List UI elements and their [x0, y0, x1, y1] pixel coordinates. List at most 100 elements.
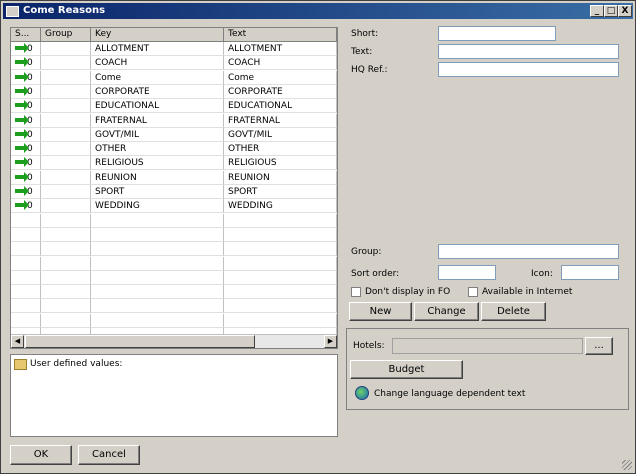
key-cell: SPORT	[91, 185, 224, 199]
maximize-button[interactable]: □	[604, 5, 618, 17]
status-cell: 0	[11, 70, 41, 85]
user-defined-values-label: User defined values:	[30, 359, 123, 369]
text-cell: RELIGIOUS	[224, 156, 337, 171]
key-cell: COACH	[91, 56, 224, 71]
key-cell	[91, 270, 224, 285]
table-row[interactable]: 0 WEDDING WEDDING	[11, 199, 337, 214]
status-cell	[11, 270, 41, 285]
text-cell	[224, 270, 337, 285]
new-button[interactable]: New	[349, 302, 412, 321]
status-cell	[11, 285, 41, 300]
table-row[interactable]: 0 ALLOTMENT ALLOTMENT	[11, 42, 337, 56]
folder-icon	[14, 359, 27, 370]
empty-row[interactable]	[11, 270, 337, 285]
empty-row[interactable]	[11, 242, 337, 257]
status-cell: 0	[11, 113, 41, 128]
column-header-key[interactable]: Key	[91, 28, 224, 41]
table-row[interactable]: 0 EDUCATIONAL EDUCATIONAL	[11, 99, 337, 114]
text-cell: SPORT	[224, 185, 337, 199]
table-row[interactable]: 0 COACH COACH	[11, 56, 337, 71]
ok-button[interactable]: OK	[10, 445, 72, 465]
column-header-s[interactable]: S...	[11, 28, 41, 41]
status-cell: 0	[11, 156, 41, 171]
group-input[interactable]	[438, 244, 619, 259]
dont-display-fo-checkbox[interactable]	[351, 287, 361, 297]
short-input[interactable]	[438, 26, 556, 41]
table-row[interactable]: 0 REUNION REUNION	[11, 170, 337, 185]
hq-ref-input[interactable]	[438, 62, 619, 77]
key-cell: Come	[91, 70, 224, 85]
close-button[interactable]: X	[618, 5, 632, 17]
hotels-browse-button[interactable]: ...	[585, 337, 613, 355]
status-cell	[11, 313, 41, 328]
empty-row[interactable]	[11, 256, 337, 271]
scroll-right-button[interactable]: ▶	[324, 335, 337, 348]
green-arrow-icon	[15, 114, 29, 125]
text-input[interactable]	[438, 44, 619, 59]
text-label: Text:	[351, 47, 373, 57]
dont-display-fo-label: Don't display in FO	[365, 287, 451, 297]
come-reasons-window: Come Reasons _ □ X S... Group Key Text 0…	[0, 0, 636, 474]
table-row[interactable]: 0 FRATERNAL FRATERNAL	[11, 113, 337, 128]
column-header-group[interactable]: Group	[41, 28, 91, 41]
table-row[interactable]: 0 OTHER OTHER	[11, 142, 337, 157]
title-bar: Come Reasons _ □ X	[3, 3, 633, 19]
empty-row[interactable]	[11, 213, 337, 228]
green-arrow-icon	[15, 128, 29, 139]
table-row[interactable]: 0 Come Come	[11, 70, 337, 85]
key-cell: RELIGIOUS	[91, 156, 224, 171]
group-cell	[41, 285, 91, 300]
empty-row[interactable]	[11, 313, 337, 328]
cancel-button[interactable]: Cancel	[78, 445, 140, 465]
key-cell	[91, 285, 224, 300]
text-cell	[224, 256, 337, 271]
available-internet-checkbox[interactable]	[468, 287, 478, 297]
status-cell: 0	[11, 127, 41, 142]
group-cell	[41, 156, 91, 171]
group-cell	[41, 242, 91, 257]
table-row[interactable]: 0 RELIGIOUS RELIGIOUS	[11, 156, 337, 171]
status-cell: 0	[11, 56, 41, 71]
table-row[interactable]: 0 CORPORATE CORPORATE	[11, 84, 337, 99]
text-cell	[224, 285, 337, 300]
horizontal-scrollbar[interactable]: ◀ ▶	[11, 334, 337, 348]
status-cell	[11, 256, 41, 271]
group-cell	[41, 113, 91, 128]
sort-order-input[interactable]	[438, 265, 496, 280]
column-header-text[interactable]: Text	[224, 28, 337, 41]
group-cell	[41, 99, 91, 114]
change-language-text-label[interactable]: Change language dependent text	[374, 389, 525, 399]
reasons-grid[interactable]: S... Group Key Text 0 ALLOTMENT ALLOTMENT 0…	[10, 27, 338, 349]
scroll-left-button[interactable]: ◀	[11, 335, 24, 348]
icon-input[interactable]	[561, 265, 619, 280]
status-cell	[11, 213, 41, 228]
empty-row[interactable]	[11, 285, 337, 300]
text-cell	[224, 213, 337, 228]
icon-label: Icon:	[531, 269, 553, 279]
user-defined-values-panel[interactable]: User defined values:	[10, 354, 338, 437]
empty-row[interactable]	[11, 227, 337, 242]
minimize-button[interactable]: _	[590, 5, 604, 17]
table-row[interactable]: 0 SPORT SPORT	[11, 185, 337, 199]
scroll-thumb[interactable]	[25, 335, 255, 348]
delete-button[interactable]: Delete	[481, 302, 546, 321]
key-cell	[91, 242, 224, 257]
green-arrow-icon	[15, 43, 29, 53]
group-cell	[41, 256, 91, 271]
empty-row[interactable]	[11, 299, 337, 314]
globe-icon[interactable]	[355, 386, 369, 400]
key-cell: FRATERNAL	[91, 113, 224, 128]
resize-grip-icon[interactable]	[622, 460, 632, 470]
change-button[interactable]: Change	[414, 302, 479, 321]
hotels-input[interactable]	[392, 338, 583, 354]
status-cell	[11, 227, 41, 242]
text-cell	[224, 313, 337, 328]
hq-ref-label: HQ Ref.:	[351, 65, 388, 75]
status-cell: 0	[11, 84, 41, 99]
table-row[interactable]: 0 GOVT/MIL GOVT/MIL	[11, 127, 337, 142]
budget-button[interactable]: Budget	[350, 360, 463, 379]
key-cell	[91, 299, 224, 314]
group-cell	[41, 70, 91, 85]
group-cell	[41, 170, 91, 185]
key-cell	[91, 213, 224, 228]
